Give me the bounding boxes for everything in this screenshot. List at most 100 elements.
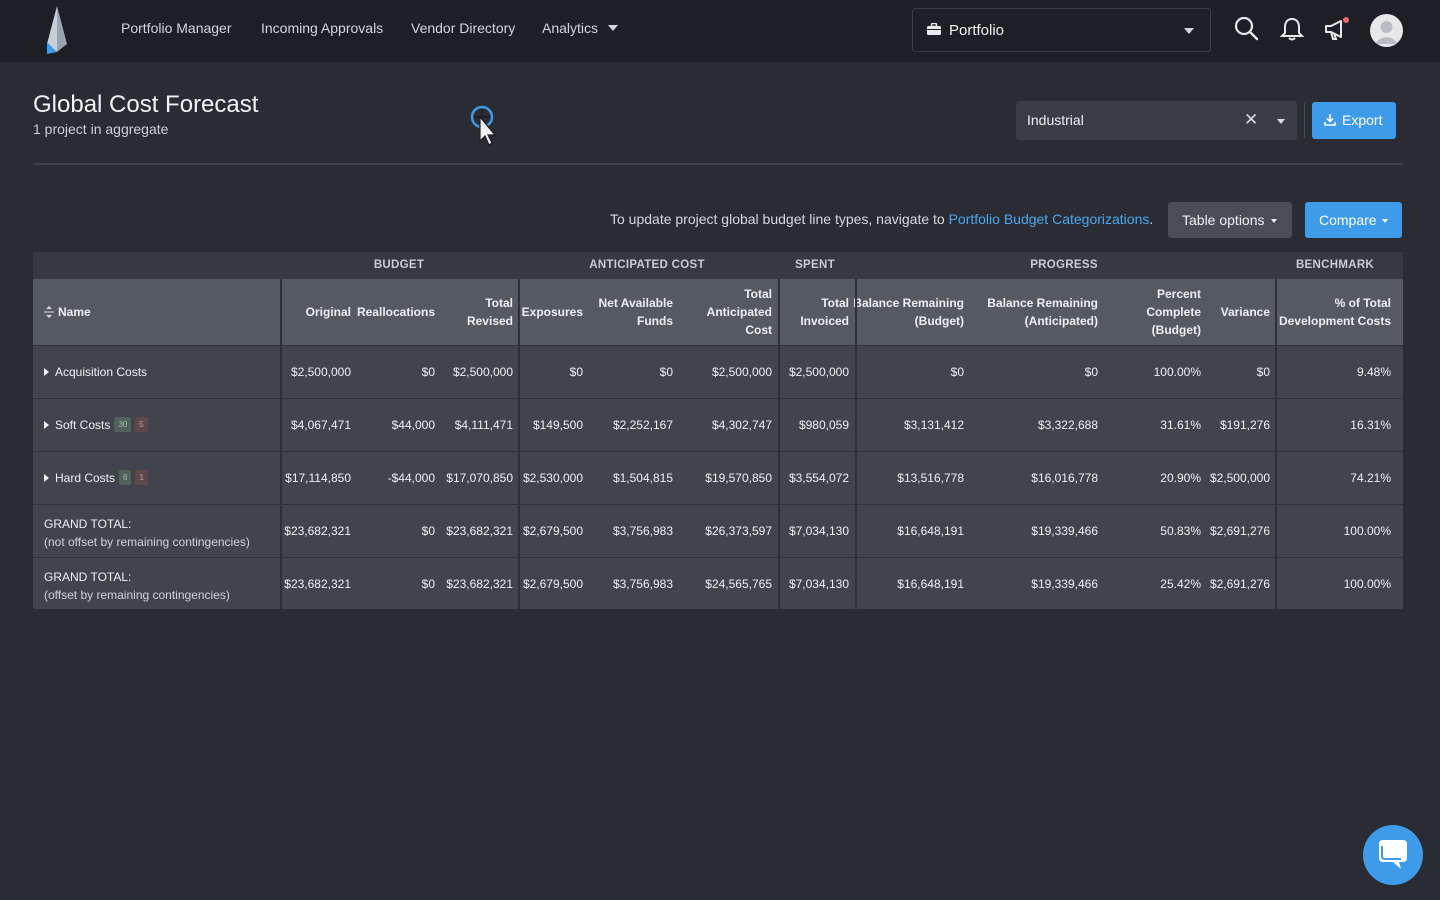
row-name-label: Acquisition Costs [55,365,148,379]
cell-balance-remaining-anticipated: $3,322,688 [1037,418,1098,432]
nav-analytics[interactable]: Analytics [542,20,619,36]
expand-caret-icon[interactable] [44,367,49,376]
mouse-cursor-icon [470,105,497,146]
expand-caret-icon[interactable] [44,473,49,482]
cost-forecast-table: BUDGET ANTICIPATED COST SPENT PROGRESS BENCH… [33,252,1403,609]
table-group-header: BUDGET ANTICIPATED COST SPENT PROGRESS BENCH… [33,252,1403,279]
column-header-variance[interactable]: Variance [1221,303,1270,321]
cell-variance: $0 [1256,365,1270,379]
chevron-down-icon [1184,28,1194,34]
table-row[interactable]: Acquisition Costs $2,500,000 $0 $2,500,000 $… [33,345,1403,398]
name-column-header[interactable]: Name [44,303,91,321]
bell-icon[interactable] [1279,16,1305,42]
export-button-label: Export [1342,112,1383,128]
search-icon[interactable] [1234,16,1260,42]
cell-balance-remaining-anticipated: $16,016,778 [1031,471,1098,485]
column-header-total-anticipated-cost[interactable]: Total [744,285,772,303]
column-header-original[interactable]: Original [306,303,351,321]
row-name: Soft Costs 30 5 [44,417,148,433]
column-header-net-available-funds[interactable]: Funds [637,312,673,330]
portfolio-budget-categorizations-link[interactable]: Portfolio Budget Categorizations [949,211,1150,227]
category-filter-select[interactable]: Industrial ✕ [1016,101,1297,140]
column-header-net-available-funds[interactable]: Net Available [599,294,673,312]
cell-total-invoiced: $7,034,130 [788,524,849,538]
column-header-pct-total-development-costs[interactable]: % of Total [1335,294,1391,312]
nav-portfolio-manager[interactable]: Portfolio Manager [121,20,232,36]
column-header-total-revised[interactable]: Revised [467,312,513,330]
column-header-balance-remaining-budget[interactable]: Balance Remaining [853,294,964,312]
megaphone-icon[interactable] [1323,16,1349,42]
page-subtitle: 1 project in aggregate [33,121,169,137]
column-header-total-anticipated-cost[interactable]: Anticipated [707,303,772,321]
app-logo-icon[interactable] [46,6,68,54]
column-divider [1275,279,1277,609]
cell-balance-remaining-anticipated: $19,339,466 [1031,577,1098,591]
column-header-total-invoiced[interactable]: Total [821,294,849,312]
page-title: Global Cost Forecast [33,91,259,118]
alert-badge: 1 [135,470,148,486]
column-header-pct-total-development-costs[interactable]: Development Costs [1279,312,1391,330]
expand-caret-icon[interactable] [44,420,49,429]
cell-net-available-funds: $2,252,167 [612,418,673,432]
compare-label: Compare [1319,212,1377,228]
chevron-down-icon [608,25,619,32]
nav-incoming-approvals[interactable]: Incoming Approvals [261,20,383,36]
table-row[interactable]: Soft Costs 30 5 $4,067,471 $44,000 $4,111,471… [33,398,1403,451]
chat-support-button[interactable] [1363,825,1423,885]
row-name: GRAND TOTAL: (offset by remaining conting… [44,568,230,604]
cell-total-invoiced: $3,554,072 [788,471,849,485]
cell-original: $2,500,000 [290,365,351,379]
column-header-percent-complete-budget[interactable]: (Budget) [1152,321,1201,339]
nav-vendor-directory[interactable]: Vendor Directory [411,20,515,36]
column-header-reallocations[interactable]: Reallocations [357,303,435,321]
row-name: Hard Costs 6 1 [44,470,148,486]
cell-variance: $191,276 [1219,418,1270,432]
user-avatar[interactable] [1370,14,1403,47]
top-navbar: Portfolio Manager Incoming Approvals Ven… [0,0,1440,62]
name-header-label: Name [58,305,91,319]
chevron-down-icon[interactable] [1277,119,1285,124]
count-badge: 30 [114,417,132,433]
cell-percent-complete-budget: 100.00% [1153,365,1201,379]
compare-button[interactable]: Compare [1305,202,1402,238]
column-header-balance-remaining-budget[interactable]: (Budget) [915,312,964,330]
grand-total-row: GRAND TOTAL: (offset by remaining conting… [33,557,1403,609]
chevron-down-icon [1271,219,1277,223]
group-header-spent: SPENT [795,259,835,271]
portfolio-select[interactable]: Portfolio [912,8,1211,52]
column-header-percent-complete-budget[interactable]: Complete [1146,303,1201,321]
cell-exposures: $2,530,000 [522,471,583,485]
column-header-balance-remaining-anticipated[interactable]: Balance Remaining [987,294,1098,312]
cell-total-invoiced: $980,059 [798,418,849,432]
cell-variance: $2,691,276 [1209,577,1270,591]
column-divider [778,279,780,609]
grand-total-note: (offset by remaining contingencies) [44,588,230,602]
table-options-button[interactable]: Table options [1168,202,1292,238]
cell-total-anticipated-cost: $2,500,000 [711,365,772,379]
column-header-total-invoiced[interactable]: Invoiced [800,312,849,330]
budget-hint-text: To update project global budget line typ… [610,211,1153,227]
column-header-total-revised[interactable]: Total [485,294,513,312]
cell-balance-remaining-budget: $16,648,191 [897,524,964,538]
column-header-total-anticipated-cost[interactable]: Cost [745,321,772,339]
cell-total-revised: $2,500,000 [452,365,513,379]
cell-net-available-funds: $3,756,983 [612,524,673,538]
export-button[interactable]: Export [1312,102,1396,139]
table-row[interactable]: Hard Costs 6 1 $17,114,850 -$44,000 $17,070,8… [33,451,1403,504]
clear-icon[interactable]: ✕ [1244,110,1258,130]
nav-analytics-label: Analytics [542,20,599,36]
cell-percent-complete-budget: 50.83% [1160,524,1201,538]
cell-total-anticipated-cost: $24,565,765 [705,577,772,591]
cell-original: $23,682,321 [284,524,351,538]
count-badge: 6 [119,470,132,486]
alert-badge: 5 [135,417,148,433]
download-icon [1324,114,1336,126]
column-header-balance-remaining-anticipated[interactable]: (Anticipated) [1025,312,1098,330]
grand-total-row: GRAND TOTAL: (not offset by remaining con… [33,504,1403,557]
column-header-percent-complete-budget[interactable]: Percent [1157,285,1201,303]
column-header-exposures[interactable]: Exposures [522,303,583,321]
cell-total-anticipated-cost: $26,373,597 [705,524,772,538]
hint-end: . [1149,211,1154,227]
cell-exposures: $0 [569,365,583,379]
cell-balance-remaining-budget: $0 [950,365,964,379]
